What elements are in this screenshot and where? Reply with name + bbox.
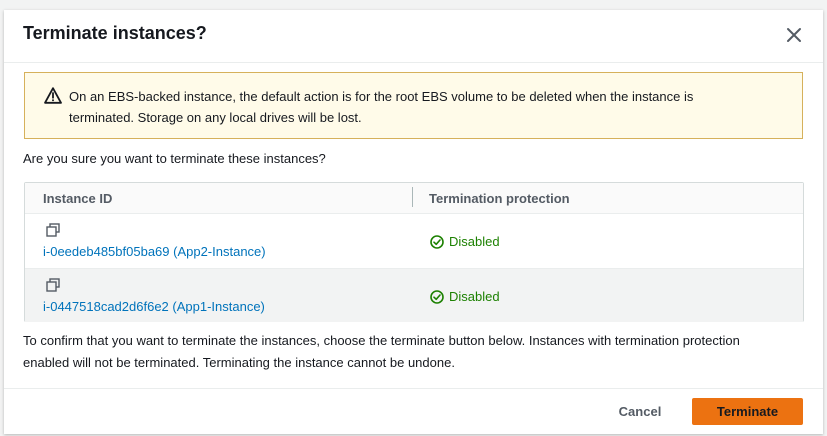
table-row: i-0eedeb485bf05ba69 (App2-Instance) Disa…: [25, 214, 803, 269]
column-header-instance-id: Instance ID: [43, 191, 113, 206]
check-circle-icon: [430, 234, 444, 249]
instance-link[interactable]: i-0447518cad2d6f6e2 (App1-Instance): [43, 299, 265, 314]
terminate-dialog: Terminate instances? On an EBS-backed in…: [4, 10, 823, 434]
dialog-header: Terminate instances?: [4, 10, 823, 63]
confirm-description: To confirm that you want to terminate th…: [23, 333, 740, 370]
status-disabled: Disabled: [430, 234, 500, 249]
protection-status: Disabled: [449, 289, 500, 304]
column-divider: [412, 187, 413, 207]
warning-text: On an EBS-backed instance, the default a…: [69, 89, 694, 125]
terminate-button[interactable]: Terminate: [692, 398, 803, 425]
copy-icon[interactable]: [46, 223, 60, 237]
warning-icon: [44, 87, 62, 104]
column-header-termination-protection: Termination protection: [429, 191, 570, 206]
instance-link[interactable]: i-0eedeb485bf05ba69 (App2-Instance): [43, 244, 266, 259]
cancel-button[interactable]: Cancel: [610, 397, 670, 425]
warning-alert: On an EBS-backed instance, the default a…: [24, 72, 803, 139]
copy-icon[interactable]: [46, 278, 60, 292]
status-disabled: Disabled: [430, 289, 500, 304]
dialog-footer: Cancel Terminate: [4, 388, 823, 435]
table-row: i-0447518cad2d6f6e2 (App1-Instance) Disa…: [25, 269, 803, 322]
close-icon[interactable]: [783, 24, 805, 46]
check-circle-icon: [430, 289, 444, 304]
dialog-title: Terminate instances?: [23, 23, 207, 43]
confirm-question: Are you sure you want to terminate these…: [23, 151, 326, 166]
protection-status: Disabled: [449, 234, 500, 249]
table-header: Instance ID Termination protection: [25, 183, 803, 214]
instances-table: Instance ID Termination protection i-0ee…: [24, 182, 804, 322]
